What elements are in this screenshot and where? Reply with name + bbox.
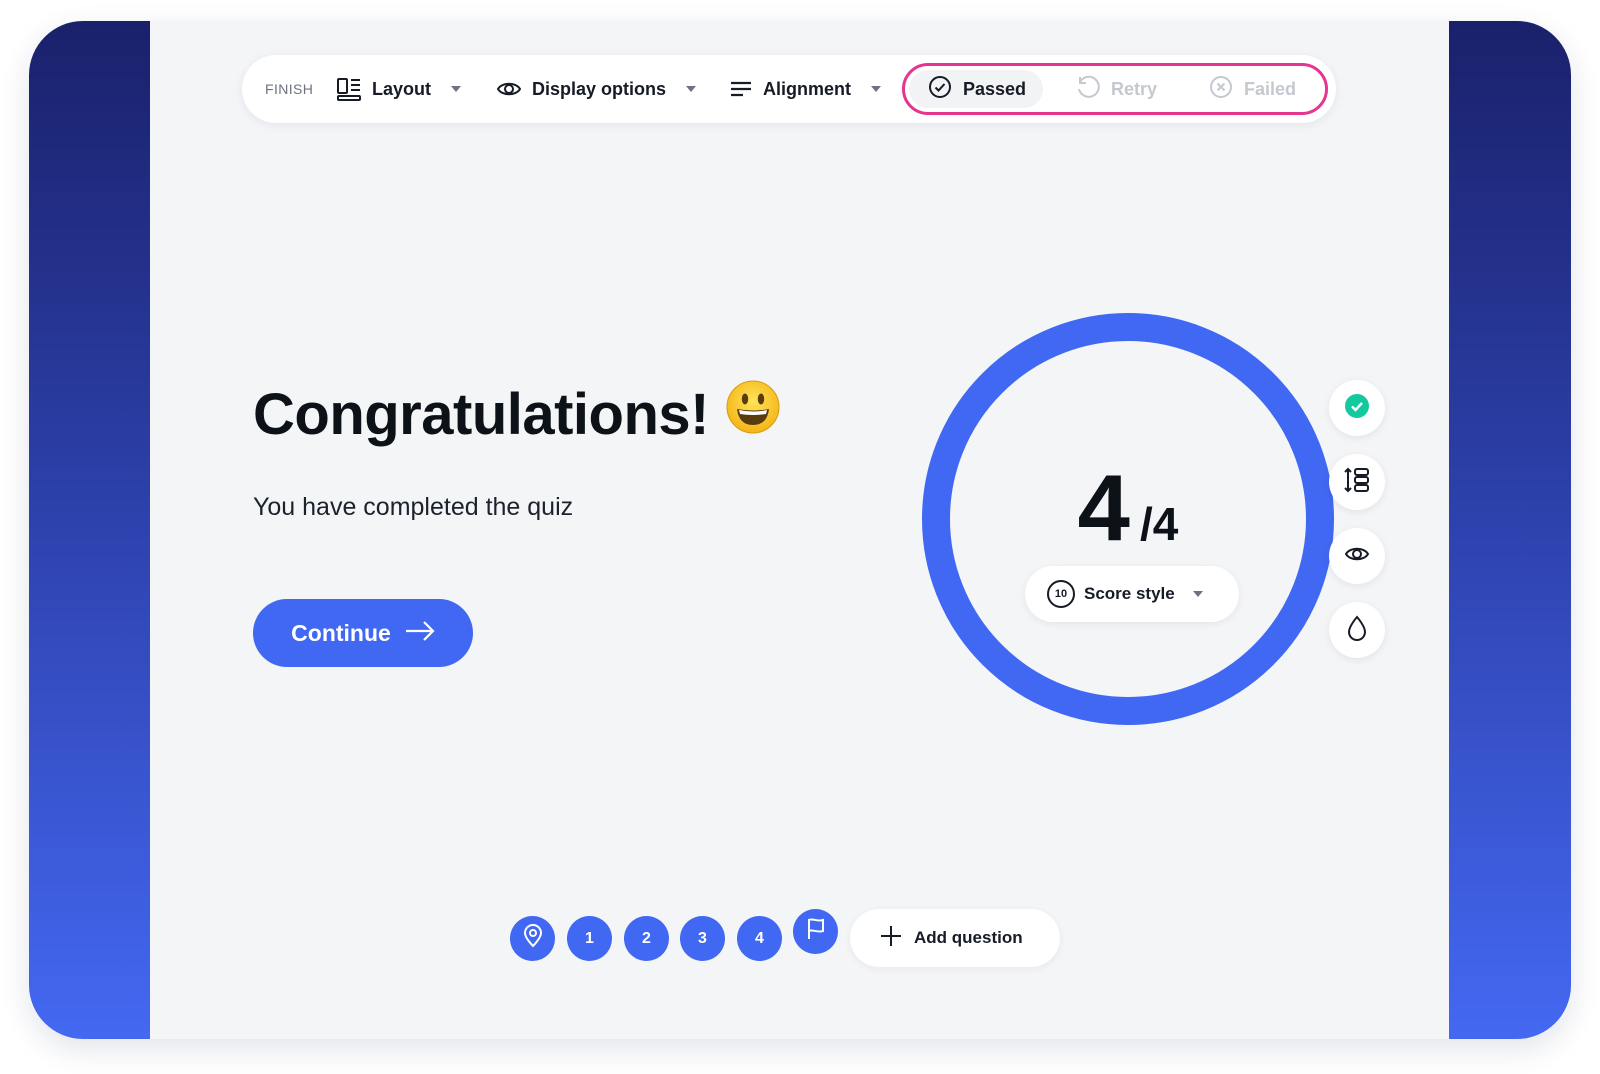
continue-label: Continue — [291, 619, 391, 646]
score-style-badge: 10 — [1047, 580, 1075, 608]
question-nav-1[interactable]: 1 — [567, 916, 612, 961]
chevron-down-icon — [1192, 591, 1203, 597]
display-options-dropdown[interactable]: Display options — [496, 55, 697, 123]
start-location-button[interactable] — [510, 916, 555, 961]
smiley-emoji-icon — [725, 379, 781, 449]
score-style-label: Score style — [1084, 584, 1175, 603]
eye-icon — [496, 76, 522, 102]
color-button[interactable] — [1329, 602, 1385, 658]
eye-icon — [1344, 541, 1370, 572]
x-circle-icon — [1209, 75, 1233, 104]
score-display: 4 /4 — [950, 461, 1306, 555]
layout-dropdown[interactable]: Layout — [336, 55, 462, 123]
score-total: /4 — [1139, 498, 1179, 550]
add-question-label: Add question — [914, 928, 1023, 947]
failed-state-button[interactable]: Failed — [1209, 70, 1321, 108]
app-frame: FINISH Layout Display options Alignment … — [29, 21, 1571, 1039]
result-subtitle: You have completed the quiz — [253, 493, 574, 521]
passed-label: Passed — [963, 78, 1027, 99]
score-ring: 4 /4 10 Score style — [922, 313, 1334, 725]
layout-icon — [336, 76, 362, 102]
check-circle-icon — [1344, 393, 1370, 424]
add-question-button[interactable]: Add question — [850, 909, 1060, 967]
visibility-button[interactable] — [1329, 528, 1385, 584]
plus-icon — [880, 925, 902, 952]
section-label: FINISH — [265, 81, 314, 97]
alignment-dropdown[interactable]: Alignment — [729, 55, 881, 123]
retry-state-button[interactable]: Retry — [1075, 70, 1195, 108]
score-style-dropdown[interactable]: 10 Score style — [1025, 566, 1239, 622]
chevron-down-icon — [871, 86, 881, 92]
finish-toolbar: FINISH Layout Display options Alignment … — [242, 55, 1336, 123]
failed-label: Failed — [1244, 78, 1297, 99]
retry-label: Retry — [1111, 78, 1158, 99]
align-left-icon — [729, 77, 753, 101]
spacing-button[interactable] — [1329, 454, 1385, 510]
arrow-right-icon — [405, 620, 435, 647]
chevron-down-icon — [686, 86, 697, 92]
passed-state-button[interactable]: Passed — [909, 70, 1043, 108]
check-circle-icon — [928, 75, 952, 104]
result-state-switcher: Passed Retry Failed — [902, 63, 1328, 115]
retry-icon — [1075, 74, 1101, 105]
result-headline: Congratulations! — [253, 379, 781, 449]
quiz-canvas: FINISH Layout Display options Alignment … — [150, 21, 1449, 1039]
finish-flag-button[interactable] — [793, 909, 838, 954]
droplet-icon — [1345, 614, 1369, 646]
flag-icon — [805, 917, 827, 946]
continue-button[interactable]: Continue — [253, 599, 473, 667]
chevron-down-icon — [451, 86, 462, 92]
validation-button[interactable] — [1329, 380, 1385, 436]
headline-text: Congratulations! — [253, 381, 709, 447]
question-nav-3[interactable]: 3 — [680, 916, 725, 961]
alignment-label: Alignment — [763, 78, 851, 99]
score-value: 4 — [1077, 455, 1130, 560]
question-nav-2[interactable]: 2 — [624, 916, 669, 961]
display-options-label: Display options — [532, 78, 667, 99]
spacing-icon — [1343, 466, 1371, 499]
location-pin-icon — [522, 924, 544, 953]
layout-label: Layout — [372, 78, 432, 99]
question-nav-4[interactable]: 4 — [737, 916, 782, 961]
